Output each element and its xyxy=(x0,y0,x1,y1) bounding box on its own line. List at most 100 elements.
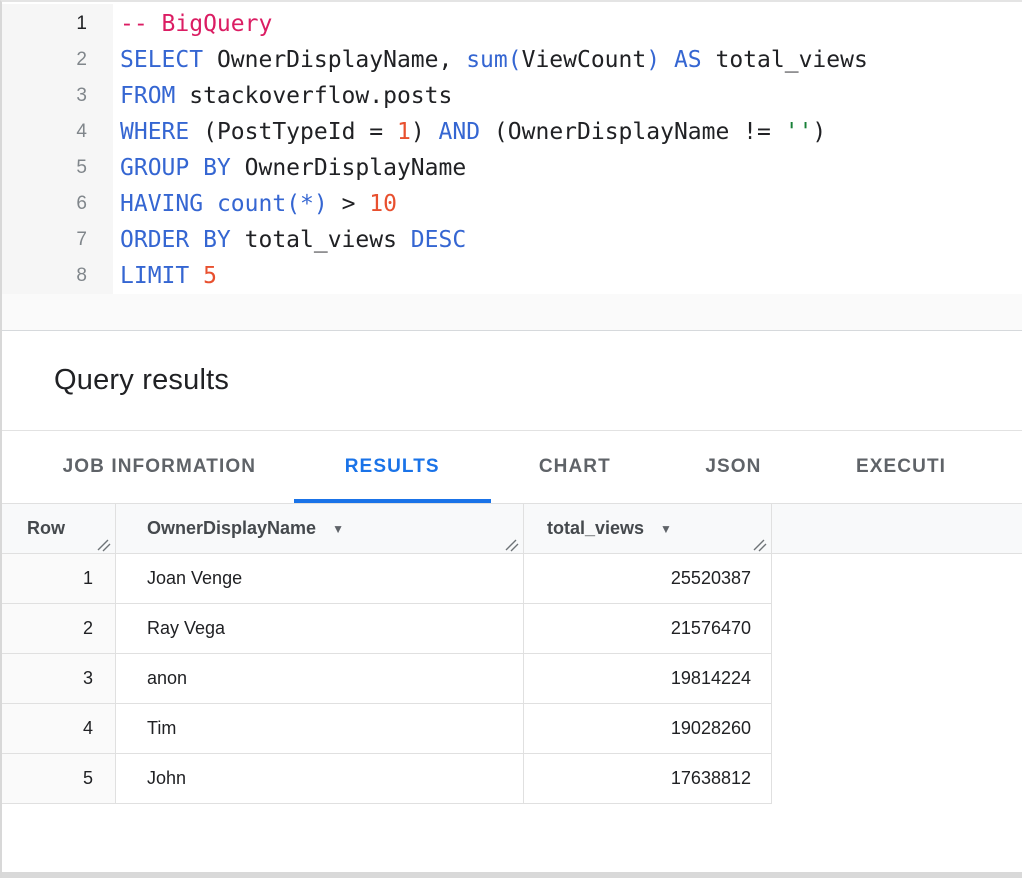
tab-label: RESULTS xyxy=(345,456,440,478)
tab-label: JOB INFORMATION xyxy=(63,456,256,478)
line-number-5: 5 xyxy=(2,150,113,186)
code-line-3[interactable]: FROM stackoverflow.posts xyxy=(113,78,1022,114)
owner-display-name-cell: Ray Vega xyxy=(116,604,524,654)
tab-executi[interactable]: EXECUTI xyxy=(810,431,1022,503)
code-line-5[interactable]: GROUP BY OwnerDisplayName xyxy=(113,150,1022,186)
column-resize-handle[interactable] xyxy=(753,536,767,550)
code-token: > xyxy=(328,191,370,217)
code-token: SELECT xyxy=(120,47,203,73)
code-line-4[interactable]: WHERE (PostTypeId = 1) AND (OwnerDisplay… xyxy=(113,114,1022,150)
code-token: count(*) xyxy=(217,191,328,217)
line-number-1: 1 xyxy=(2,6,113,42)
query-results-section-header: Query results xyxy=(2,331,1022,431)
code-token: 5 xyxy=(203,263,217,289)
filler-cell xyxy=(772,704,1022,754)
code-token xyxy=(203,191,217,217)
column-resize-handle[interactable] xyxy=(97,536,111,550)
code-token: GROUP BY xyxy=(120,155,231,181)
filler-cell xyxy=(772,604,1022,654)
total-views-cell: 21576470 xyxy=(524,604,772,654)
owner-display-name-cell: John xyxy=(116,754,524,804)
tab-job-information[interactable]: JOB INFORMATION xyxy=(27,431,292,503)
code-token: -- BigQuery xyxy=(120,11,272,37)
column-header-row: Row xyxy=(2,504,116,554)
code-token: OwnerDisplayName xyxy=(231,155,466,181)
code-token: DESC xyxy=(411,227,466,253)
column-header-label: Row xyxy=(27,518,65,539)
table-row: 1Joan Venge25520387 xyxy=(2,554,1022,604)
code-token: FROM xyxy=(120,83,175,109)
code-line-7[interactable]: ORDER BY total_views DESC xyxy=(113,222,1022,258)
code-line-1[interactable]: -- BigQuery xyxy=(113,6,1022,42)
code-token: 10 xyxy=(369,191,397,217)
column-resize-handle[interactable] xyxy=(505,536,519,550)
code-token xyxy=(189,263,203,289)
code-token: AND xyxy=(439,119,481,145)
tab-chart[interactable]: CHART xyxy=(493,431,657,503)
empty-area-below-table xyxy=(2,804,1022,872)
line-number-4: 4 xyxy=(2,114,113,150)
tab-label: EXECUTI xyxy=(856,456,946,478)
owner-display-name-cell: Joan Venge xyxy=(116,554,524,604)
code-token: stackoverflow.posts xyxy=(175,83,452,109)
line-number-8: 8 xyxy=(2,258,113,294)
editor-bottom-padding xyxy=(2,294,1022,330)
code-token: 1 xyxy=(397,119,411,145)
line-number-3: 3 xyxy=(2,78,113,114)
code-token xyxy=(660,47,674,73)
code-token: total_views xyxy=(702,47,868,73)
filler-cell xyxy=(772,554,1022,604)
editor-code-area[interactable]: -- BigQuery SELECT OwnerDisplayName, sum(… xyxy=(113,4,1022,294)
total-views-cell: 19814224 xyxy=(524,654,772,704)
column-menu-arrow-icon[interactable]: ▼ xyxy=(332,523,344,535)
row-number-cell: 5 xyxy=(2,754,116,804)
code-token: HAVING xyxy=(120,191,203,217)
filler-cell xyxy=(772,754,1022,804)
column-menu-arrow-icon[interactable]: ▼ xyxy=(660,523,672,535)
owner-display-name-cell: Tim xyxy=(116,704,524,754)
total-views-cell: 17638812 xyxy=(524,754,772,804)
code-line-2[interactable]: SELECT OwnerDisplayName, sum(ViewCount) … xyxy=(113,42,1022,78)
table-row: 3anon19814224 xyxy=(2,654,1022,704)
code-line-6[interactable]: HAVING count(*) > 10 xyxy=(113,186,1022,222)
code-token: total_views xyxy=(231,227,411,253)
column-header-filler xyxy=(772,504,1022,554)
editor-line-number-gutter: 12345678 xyxy=(2,4,113,294)
sql-editor[interactable]: 12345678 -- BigQuery SELECT OwnerDisplayN… xyxy=(2,2,1022,331)
row-number-cell: 2 xyxy=(2,604,116,654)
code-token: (PostTypeId = xyxy=(189,119,397,145)
code-line-8[interactable]: LIMIT 5 xyxy=(113,258,1022,294)
code-token: '' xyxy=(785,119,813,145)
table-row: 5John17638812 xyxy=(2,754,1022,804)
line-number-2: 2 xyxy=(2,42,113,78)
tab-json[interactable]: JSON xyxy=(657,431,810,503)
results-tabbar: JOB INFORMATION RESULTS CHART JSON EXECUTI xyxy=(2,431,1022,504)
table-row: 2Ray Vega21576470 xyxy=(2,604,1022,654)
bigquery-query-panel: 12345678 -- BigQuery SELECT OwnerDisplayN… xyxy=(0,0,1022,878)
code-token: LIMIT xyxy=(120,263,189,289)
row-number-cell: 1 xyxy=(2,554,116,604)
total-views-cell: 19028260 xyxy=(524,704,772,754)
table-header-row: RowOwnerDisplayName▼total_views▼ xyxy=(2,504,1022,554)
column-header-ownerdisplayname: OwnerDisplayName ▼ xyxy=(116,504,524,554)
row-number-cell: 4 xyxy=(2,704,116,754)
code-token: WHERE xyxy=(120,119,189,145)
code-token: AS xyxy=(674,47,702,73)
results-table: RowOwnerDisplayName▼total_views▼1Joan Ve… xyxy=(2,504,1022,804)
column-header-label: OwnerDisplayName xyxy=(147,518,316,539)
table-row: 4Tim19028260 xyxy=(2,704,1022,754)
total-views-cell: 25520387 xyxy=(524,554,772,604)
line-number-7: 7 xyxy=(2,222,113,258)
code-token: ) xyxy=(812,119,826,145)
code-token: ) xyxy=(646,47,660,73)
filler-cell xyxy=(772,654,1022,704)
window-bottom-edge xyxy=(2,872,1022,878)
code-token: OwnerDisplayName, xyxy=(203,47,466,73)
tab-label: CHART xyxy=(539,456,611,478)
code-token: ) xyxy=(411,119,439,145)
code-token: (OwnerDisplayName != xyxy=(480,119,785,145)
tab-results[interactable]: RESULTS xyxy=(292,431,493,503)
row-number-cell: 3 xyxy=(2,654,116,704)
column-header-total-views: total_views▼ xyxy=(524,504,772,554)
tab-label: JSON xyxy=(705,456,761,478)
